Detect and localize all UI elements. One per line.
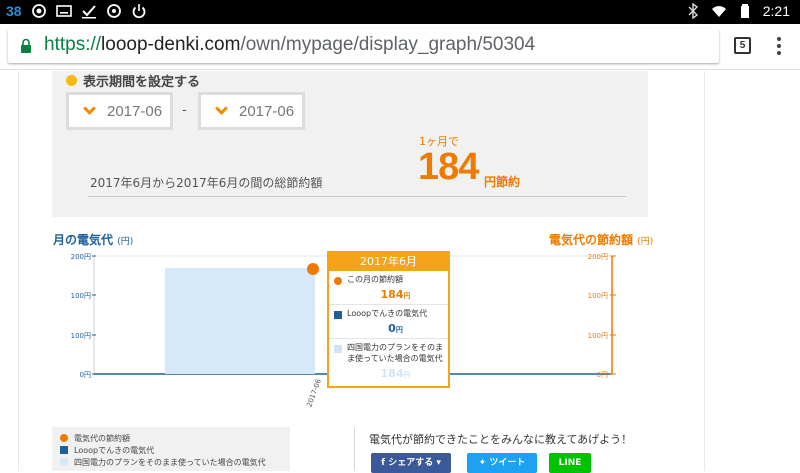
tooltip-row: 四国電力のプランをそのまま使っていた場合の電気代 184円 xyxy=(329,339,448,383)
battery-icon xyxy=(740,4,749,18)
y-tick-label-left: 100円 xyxy=(71,332,91,340)
period-title-text: 表示期間を設定する xyxy=(83,75,201,90)
power-icon xyxy=(132,4,145,19)
check-icon xyxy=(81,5,96,19)
bullet-dot-icon xyxy=(66,75,77,86)
facebook-icon: f xyxy=(381,458,386,468)
savings-dot-icon xyxy=(334,277,342,285)
twitter-share-button[interactable]: ✦ ツイート xyxy=(467,453,537,473)
period-heading: 表示期間を設定する xyxy=(66,71,200,90)
savings-amount: 184 xyxy=(418,146,479,188)
date-from-select[interactable]: 2017-06 xyxy=(66,92,173,130)
bar-shikoku xyxy=(165,268,315,374)
chevron-down-icon xyxy=(215,102,228,115)
status-bar: 38 2:21 xyxy=(0,0,800,24)
savings-point xyxy=(307,263,319,275)
line-share-button[interactable]: LINE xyxy=(549,453,591,473)
date-to-select[interactable]: 2017-06 xyxy=(198,92,305,130)
tooltip-value: 0円 xyxy=(388,322,403,335)
y-tick-label-left: 200円 xyxy=(71,253,91,261)
media-icon xyxy=(55,5,72,17)
y-tick-label-right: 0円 xyxy=(597,371,608,379)
tooltip-row: Looopでんきの電気代 0円 xyxy=(329,305,448,339)
date-from-value: 2017-06 xyxy=(107,103,163,120)
y-tick-label-right: 100円 xyxy=(588,292,608,300)
y-tick-label-left: 100円 xyxy=(71,292,91,300)
chart-tooltip: 2017年6月 この月の節約額 184円 Looopでんきの電気代 0円 四国電… xyxy=(327,251,450,388)
date-to-value: 2017-06 xyxy=(239,103,295,120)
url-path: /own/mypage/display_graph/50304 xyxy=(240,34,536,55)
lock-icon xyxy=(21,38,31,53)
facebook-share-button[interactable]: f シェアする ▾ xyxy=(371,453,451,473)
tooltip-value: 184円 xyxy=(380,367,411,380)
notification-count: 38 xyxy=(6,3,22,19)
y-tick-label-left: 0円 xyxy=(80,371,91,379)
shikoku-square-icon xyxy=(334,345,342,353)
twitter-bird-icon: ✦ xyxy=(478,458,487,468)
tooltip-row: この月の節約額 184円 xyxy=(329,271,448,305)
url-scheme: https:// xyxy=(44,34,102,55)
url-text: https://looop-denki.com/own/mypage/displ… xyxy=(44,34,535,56)
tooltip-title: 2017年6月 xyxy=(329,253,448,271)
looop-square-icon xyxy=(334,311,342,319)
savings-unit: 円節約 xyxy=(484,175,521,189)
bluetooth-icon xyxy=(688,3,698,19)
tooltip-label: 四国電力のプランをそのまま使っていた場合の電気代 xyxy=(347,343,443,363)
circle-icon xyxy=(106,4,121,18)
chevron-down-icon xyxy=(83,102,96,115)
period-panel: 表示期間を設定する 2017-06 - 2017-06 2017年6月から201… xyxy=(52,71,648,217)
y-tick-label-right: 100円 xyxy=(588,332,608,340)
browser-toolbar: https://looop-denki.com/own/mypage/displ… xyxy=(0,24,800,70)
wifi-icon xyxy=(711,6,726,17)
tab-switcher-button[interactable]: 5 xyxy=(734,37,751,54)
divider xyxy=(88,196,626,197)
date-separator: - xyxy=(182,103,187,118)
tooltip-label: Looopでんきの電気代 xyxy=(347,309,428,318)
url-host: looop-denki.com xyxy=(101,34,241,55)
clock: 2:21 xyxy=(762,3,790,19)
summary-label: 2017年6月から2017年6月の間の総節約額 xyxy=(90,176,323,190)
tooltip-value: 184円 xyxy=(380,288,411,301)
overflow-menu-icon[interactable] xyxy=(771,35,787,57)
tooltip-label: この月の節約額 xyxy=(347,275,403,284)
lens-icon xyxy=(31,4,46,18)
x-tick-label: 2017-06 xyxy=(305,377,323,408)
y-tick-label-right: 200円 xyxy=(588,253,608,261)
address-bar[interactable]: https://looop-denki.com/own/mypage/displ… xyxy=(8,29,719,63)
